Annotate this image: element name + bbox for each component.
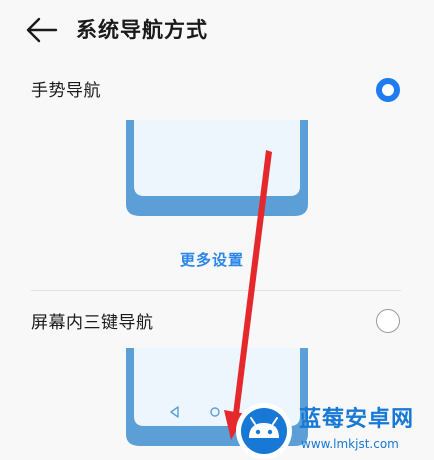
arrow-left-icon[interactable]	[26, 16, 60, 44]
android-robot-icon	[236, 403, 292, 459]
option-gesture-radio[interactable]	[376, 78, 400, 102]
watermark-url: www.lmkjst.com	[301, 437, 399, 451]
watermark-name: 蓝莓安卓网	[299, 407, 415, 432]
page-title: 系统导航方式	[76, 18, 208, 42]
more-settings-link[interactable]: 更多设置	[180, 249, 244, 271]
app-header: 系统导航方式	[0, 0, 434, 62]
option-three-key-label[interactable]: 屏幕内三键导航	[31, 311, 154, 335]
option-gesture-label[interactable]: 手势导航	[31, 79, 101, 103]
divider	[31, 290, 401, 291]
watermark: 蓝莓安卓网 www.lmkjst.com	[235, 402, 434, 459]
gesture-navigation-preview	[126, 120, 308, 216]
option-three-key-radio[interactable]	[376, 309, 400, 333]
